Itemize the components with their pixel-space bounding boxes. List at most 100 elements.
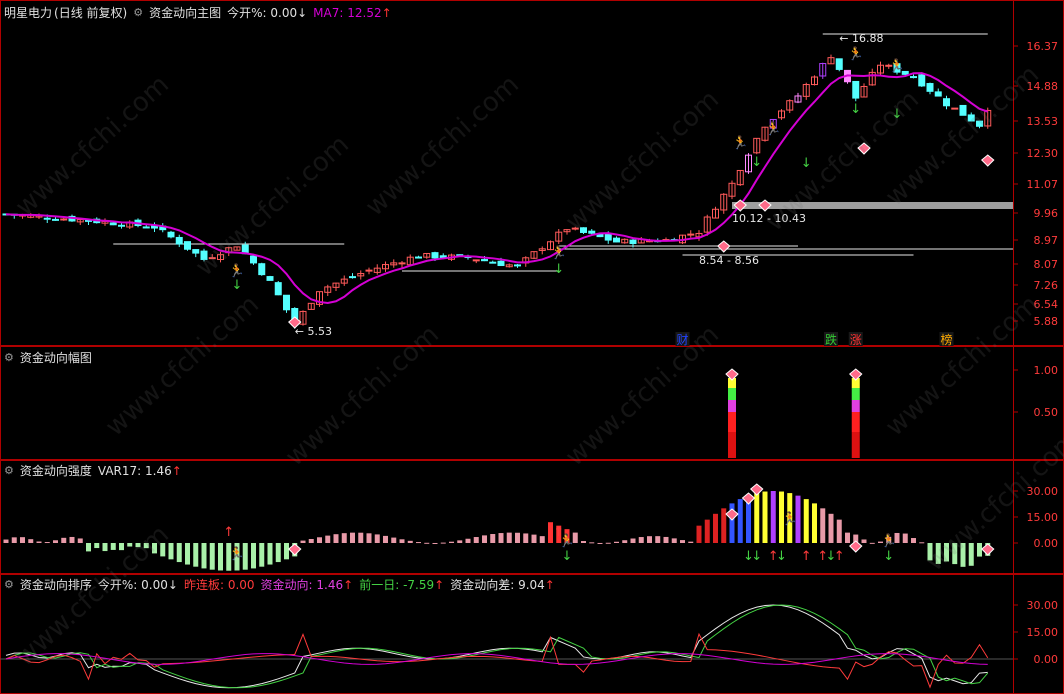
ma7-label: MA7:: [313, 5, 344, 20]
diff-value: 9.04: [518, 578, 545, 592]
range-bar-segment: [851, 432, 860, 458]
strength-bar: [465, 538, 471, 543]
range-bar-segment: [728, 432, 736, 458]
candle: [472, 259, 480, 262]
strength-bar: [53, 540, 58, 543]
strength-bar: [152, 543, 157, 554]
panel3-y-tick-label: 15.00: [1027, 511, 1059, 524]
candle: [184, 241, 191, 250]
settings-icon[interactable]: ⚙: [4, 351, 14, 364]
panel4-header: ⚙ 资金动向排序 今开%: 0.00↓ 昨连板: 0.00 资金动向: 1.46…: [4, 576, 555, 593]
panel4-title[interactable]: 资金动向排序: [20, 576, 92, 593]
candle: [489, 261, 497, 264]
strength-bar: [696, 525, 702, 543]
strength-bar: [135, 543, 141, 548]
panel2-y-tick-label: 0.50: [1034, 406, 1059, 419]
y-axes: 16.37 14.88 13.53 12.30 11.07 9.96 8.97 8.07 7.2…: [1013, 40, 1058, 666]
strength-bar: [539, 536, 545, 543]
tag-label: 涨: [850, 332, 862, 347]
strength-bar: [275, 543, 281, 563]
candle: [910, 76, 917, 79]
candle: [208, 257, 216, 260]
diamond-icon: [981, 543, 995, 556]
down-arrow-icon: ↓: [801, 156, 812, 171]
down-arrow-icon: ↓: [297, 6, 308, 20]
strength-bar: [61, 537, 67, 543]
main-y-tick-label: 6.54: [1034, 298, 1059, 311]
diff-label: 资金动向差:: [450, 578, 515, 592]
main-y-tick-label: 16.37: [1027, 40, 1059, 53]
strength-bar: [416, 542, 421, 544]
strength-bar: [498, 533, 504, 543]
strength-bar: [622, 540, 628, 543]
today-open-label: 今开%:: [227, 6, 267, 20]
prev-label: 前一日:: [359, 578, 400, 592]
fund-strength-chart[interactable]: ↑ ↑↑ ↑ ↑ ↑↓ ↓↓ ↓ ↓ ↓🏃🏃🏃🏃: [3, 483, 995, 571]
up-arrow-icon: ↑: [381, 5, 392, 20]
candle: [52, 218, 59, 221]
strength-bar: [630, 538, 636, 543]
strength-bar: [754, 493, 760, 543]
strength-bar: [531, 534, 537, 543]
candle: [60, 218, 68, 221]
strength-bar: [317, 537, 322, 543]
fund-range-chart[interactable]: [725, 368, 863, 458]
strength-bar: [449, 541, 454, 543]
up-arrow-icon: ↑: [171, 463, 182, 478]
strength-bar: [671, 538, 677, 543]
strength-bar: [77, 538, 83, 543]
strength-bar: [358, 532, 364, 543]
candle: [604, 233, 612, 241]
strength-bar: [614, 541, 619, 543]
strength-bar: [36, 541, 42, 543]
down-arrow-icon: ↓: [883, 549, 894, 564]
candle: [167, 231, 175, 238]
main-header: 明星电力 (日线 前复权) ⚙ 资金动向主图 今开%: 0.00↓ MA7: 1…: [4, 4, 392, 21]
strength-bar: [663, 536, 669, 543]
today-open-value: 0.00: [141, 578, 168, 592]
panel3-title[interactable]: 资金动向强度: [20, 462, 92, 479]
strength-bar: [490, 534, 496, 543]
strength-bar: [407, 540, 413, 543]
panel2-title[interactable]: 资金动向幅图: [20, 349, 92, 366]
candle: [266, 276, 274, 281]
strength-bar: [300, 540, 306, 543]
settings-icon[interactable]: ⚙: [133, 6, 143, 19]
settings-icon[interactable]: ⚙: [4, 464, 14, 477]
range-bar-segment: [851, 388, 860, 400]
strength-bar: [267, 543, 273, 565]
strength-bar: [473, 537, 479, 543]
down-arrow-icon: ↓: [167, 578, 178, 592]
diamond-icon: [849, 368, 863, 381]
strength-bar: [737, 499, 743, 543]
strength-bar: [836, 519, 842, 543]
candle: [431, 252, 439, 259]
today-open-value: 0.00: [270, 6, 298, 20]
strength-bar: [440, 542, 446, 544]
candle: [588, 230, 596, 234]
strength-bar: [548, 522, 553, 543]
candle: [109, 222, 117, 226]
strength-bar: [911, 538, 916, 543]
candle: [192, 249, 200, 254]
up-arrow-icon: ↑: [544, 578, 555, 592]
candle: [976, 120, 983, 127]
stock-name[interactable]: 明星电力: [4, 4, 52, 21]
strength-bar: [688, 541, 694, 543]
main-price-chart[interactable]: ← 16.88 10.12 - 10.43 8.54 - 8.56 ← 5.53 财 跌涨…: [2, 32, 1013, 347]
strength-bar: [506, 532, 512, 543]
indicator-name[interactable]: 资金动向主图: [149, 4, 221, 21]
main-y-tick-label: 8.07: [1034, 258, 1059, 271]
strength-bar: [44, 542, 50, 544]
settings-icon[interactable]: ⚙: [4, 578, 14, 591]
strength-bar: [638, 537, 644, 543]
strength-bar: [11, 537, 17, 543]
strength-bar: [869, 542, 875, 544]
candle: [934, 91, 942, 97]
main-y-tick-label: 8.97: [1034, 234, 1059, 247]
fund-rank-chart[interactable]: [0, 604, 1013, 689]
up-arrow-icon: ↑: [223, 525, 234, 540]
runner-icon: 🏃: [732, 135, 748, 151]
diamond-icon: [741, 492, 756, 505]
candle: [175, 236, 183, 245]
